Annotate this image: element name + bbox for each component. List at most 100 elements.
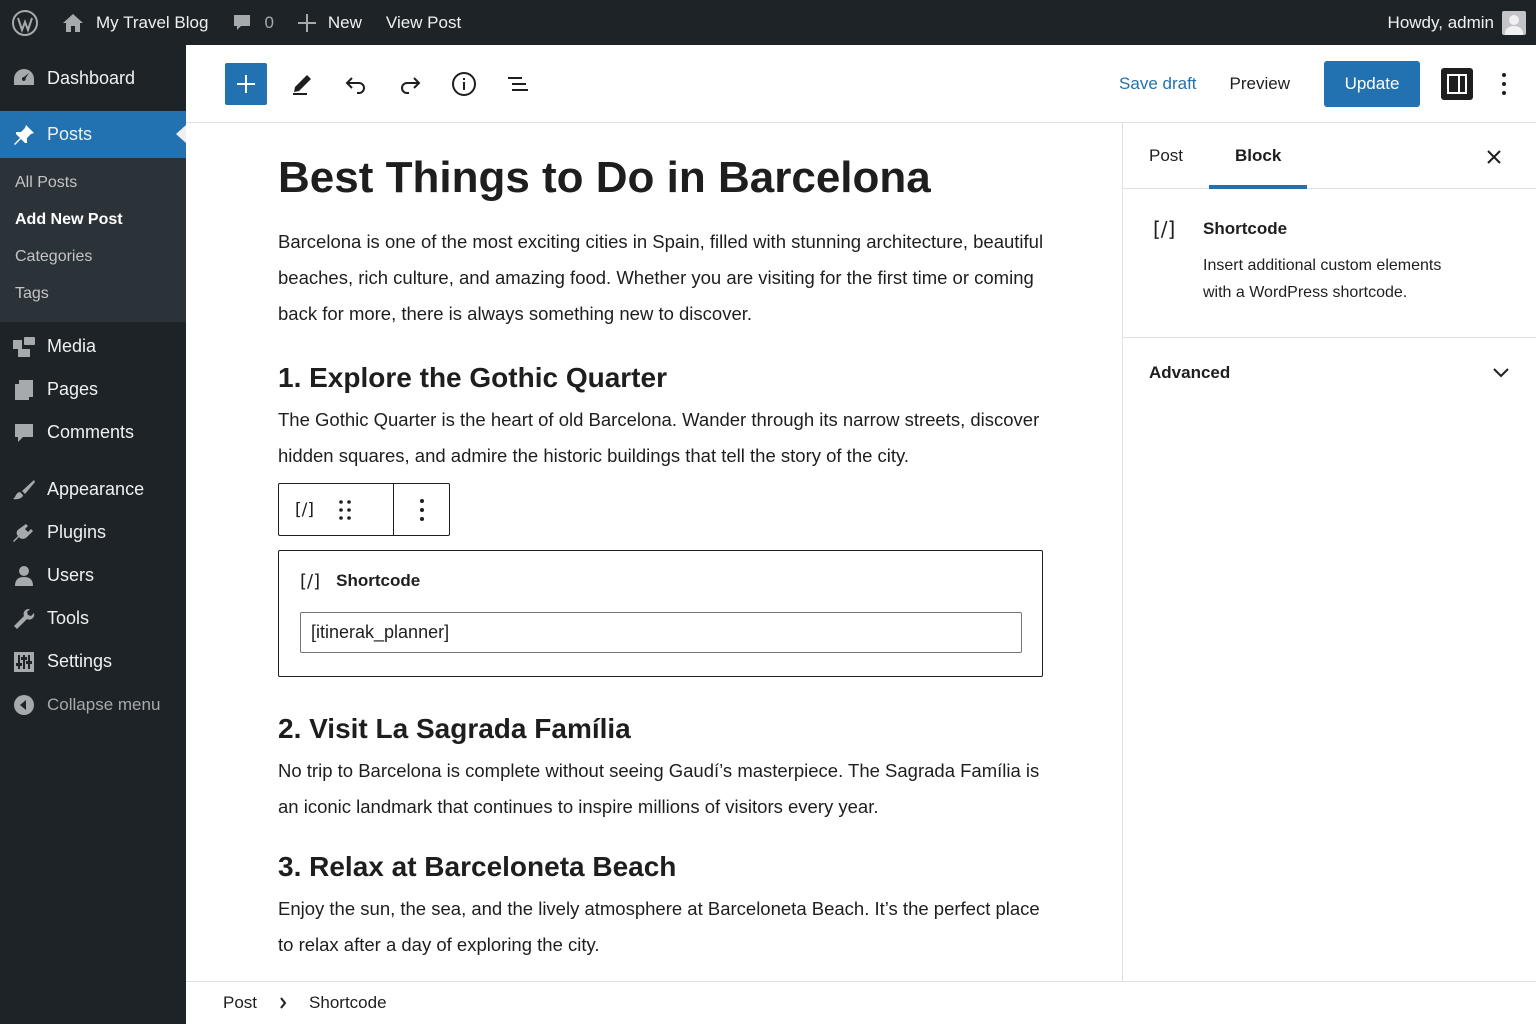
submenu-all-posts[interactable]: All Posts bbox=[0, 164, 186, 201]
sidebar-item-tools[interactable]: Tools bbox=[0, 597, 186, 640]
submenu-tags[interactable]: Tags bbox=[0, 275, 186, 312]
sidebar-tabs: Post Block bbox=[1123, 123, 1536, 189]
block-options-button[interactable] bbox=[394, 484, 449, 535]
paragraph-block[interactable]: Enjoy the sun, the sea, and the lively a… bbox=[278, 891, 1048, 963]
block-card-description: Insert additional custom elements with a… bbox=[1203, 257, 1442, 301]
redo-button[interactable] bbox=[389, 63, 431, 105]
howdy-label: Howdy, admin bbox=[1387, 12, 1494, 32]
details-button[interactable] bbox=[443, 63, 485, 105]
block-toolbar: [/] bbox=[278, 483, 450, 536]
save-draft-button[interactable]: Save draft bbox=[1119, 74, 1197, 94]
submenu-add-new-post[interactable]: Add New Post bbox=[0, 201, 186, 238]
sidebar-item-label: Media bbox=[47, 336, 97, 356]
undo-button[interactable] bbox=[335, 63, 377, 105]
undo-icon bbox=[344, 72, 368, 96]
submenu-categories[interactable]: Categories bbox=[0, 238, 186, 275]
posts-submenu: All Posts Add New Post Categories Tags bbox=[0, 158, 186, 322]
post-title[interactable]: Best Things to Do in Barcelona bbox=[278, 152, 1048, 204]
shortcode-input[interactable] bbox=[300, 612, 1022, 653]
block-inserter-button[interactable] bbox=[225, 62, 267, 105]
sidebar-item-plugins[interactable]: Plugins bbox=[0, 511, 186, 554]
sidebar-item-label: Comments bbox=[47, 422, 135, 442]
sidebar-item-label: Collapse menu bbox=[47, 694, 161, 714]
sidebar-item-pages[interactable]: Pages bbox=[0, 368, 186, 411]
shortcode-block-label: [/] Shortcode bbox=[300, 569, 1021, 593]
home-icon bbox=[62, 13, 84, 33]
breadcrumb: Post Shortcode bbox=[186, 981, 1536, 1024]
shortcode-icon: [/] bbox=[300, 570, 321, 592]
pencil-icon bbox=[290, 72, 314, 96]
sidebar-item-label: Dashboard bbox=[47, 67, 136, 88]
redo-icon bbox=[398, 72, 422, 96]
paragraph-block[interactable]: Barcelona is one of the most exciting ci… bbox=[278, 224, 1048, 332]
sidebar-item-dashboard[interactable]: Dashboard bbox=[0, 45, 186, 111]
tools-button[interactable] bbox=[281, 63, 323, 105]
breadcrumb-shortcode[interactable]: Shortcode bbox=[309, 993, 387, 1013]
pages-icon bbox=[12, 378, 36, 402]
plus-icon bbox=[236, 74, 256, 94]
advanced-panel-title: Advanced bbox=[1149, 362, 1231, 382]
settings-toggle-button[interactable] bbox=[1441, 67, 1473, 100]
block-type-switcher[interactable]: [/] bbox=[295, 500, 314, 520]
more-vertical-icon bbox=[1501, 72, 1507, 96]
drag-handle-icon[interactable] bbox=[338, 499, 352, 521]
sidebar-item-label: Tools bbox=[47, 608, 90, 628]
heading-block[interactable]: 2. Visit La Sagrada Família bbox=[278, 711, 1048, 747]
new-label: New bbox=[327, 12, 362, 32]
close-icon bbox=[1486, 149, 1502, 165]
comments-icon bbox=[12, 421, 36, 445]
avatar bbox=[1502, 10, 1526, 35]
comments-link[interactable]: 0 bbox=[220, 0, 285, 45]
update-button[interactable]: Update bbox=[1324, 60, 1420, 107]
heading-block[interactable]: 1. Explore the Gothic Quarter bbox=[278, 360, 1048, 396]
view-post-link[interactable]: View Post bbox=[374, 0, 473, 45]
sidebar-item-label: Users bbox=[47, 565, 95, 585]
sidebar-item-label: Pages bbox=[47, 379, 99, 399]
user-icon bbox=[12, 564, 36, 588]
tab-block[interactable]: Block bbox=[1209, 123, 1308, 189]
sidebar-item-media[interactable]: Media bbox=[0, 325, 186, 368]
sidebar-item-settings[interactable]: Settings bbox=[0, 640, 186, 683]
wordpress-logo-icon[interactable] bbox=[0, 0, 50, 45]
plugin-icon bbox=[12, 521, 36, 545]
dashboard-icon bbox=[12, 66, 36, 90]
admin-sidebar: Dashboard Posts All Posts Add New Post C… bbox=[0, 45, 186, 1024]
collapse-menu-button[interactable]: Collapse menu bbox=[0, 683, 186, 726]
settings-sidebar: Post Block [/] Shortcode Insert addition… bbox=[1122, 123, 1536, 981]
chevron-down-icon bbox=[1492, 367, 1510, 379]
heading-block[interactable]: 3. Relax at Barceloneta Beach bbox=[278, 849, 1048, 885]
paragraph-block[interactable]: The Gothic Quarter is the heart of old B… bbox=[278, 402, 1048, 474]
sidebar-item-label: Posts bbox=[47, 124, 93, 144]
paragraph-block[interactable]: No trip to Barcelona is complete without… bbox=[278, 753, 1048, 825]
my-account-link[interactable]: Howdy, admin bbox=[1376, 0, 1526, 45]
collapse-arrow-icon bbox=[12, 693, 36, 717]
preview-button[interactable]: Preview bbox=[1230, 74, 1290, 94]
document-overview-button[interactable] bbox=[497, 63, 539, 105]
sidebar-item-comments[interactable]: Comments bbox=[0, 411, 186, 454]
media-icon bbox=[12, 335, 36, 359]
comment-bubble-icon bbox=[232, 13, 252, 33]
breadcrumb-post[interactable]: Post bbox=[223, 993, 257, 1013]
sidebar-item-label: Appearance bbox=[47, 479, 145, 499]
shortcode-block[interactable]: [/] Shortcode bbox=[278, 550, 1043, 677]
block-card-title: Shortcode bbox=[1203, 219, 1288, 238]
info-icon bbox=[451, 71, 477, 97]
close-settings-button[interactable] bbox=[1482, 145, 1506, 169]
sidebar-item-appearance[interactable]: Appearance bbox=[0, 468, 186, 511]
paintbrush-icon bbox=[12, 478, 36, 502]
chevron-right-icon bbox=[279, 997, 287, 1009]
sidebar-item-posts[interactable]: Posts bbox=[0, 111, 186, 158]
sidebar-item-users[interactable]: Users bbox=[0, 554, 186, 597]
block-card: [/] Shortcode Insert additional custom e… bbox=[1123, 189, 1536, 338]
editor-header: Save draft Preview Update bbox=[186, 45, 1536, 123]
plus-icon bbox=[297, 13, 316, 32]
tab-post[interactable]: Post bbox=[1123, 123, 1209, 188]
pushpin-icon bbox=[12, 123, 36, 147]
settings-sliders-icon bbox=[12, 650, 36, 674]
options-menu-button[interactable] bbox=[1494, 68, 1514, 100]
admin-bar: My Travel Blog 0 New View Post Howdy, ad… bbox=[0, 0, 1536, 45]
site-name-link[interactable]: My Travel Blog bbox=[50, 0, 220, 45]
editor-canvas: Best Things to Do in Barcelona Barcelona… bbox=[186, 123, 1122, 981]
advanced-panel-toggle[interactable]: Advanced bbox=[1123, 338, 1536, 408]
new-content-link[interactable]: New bbox=[286, 0, 374, 45]
